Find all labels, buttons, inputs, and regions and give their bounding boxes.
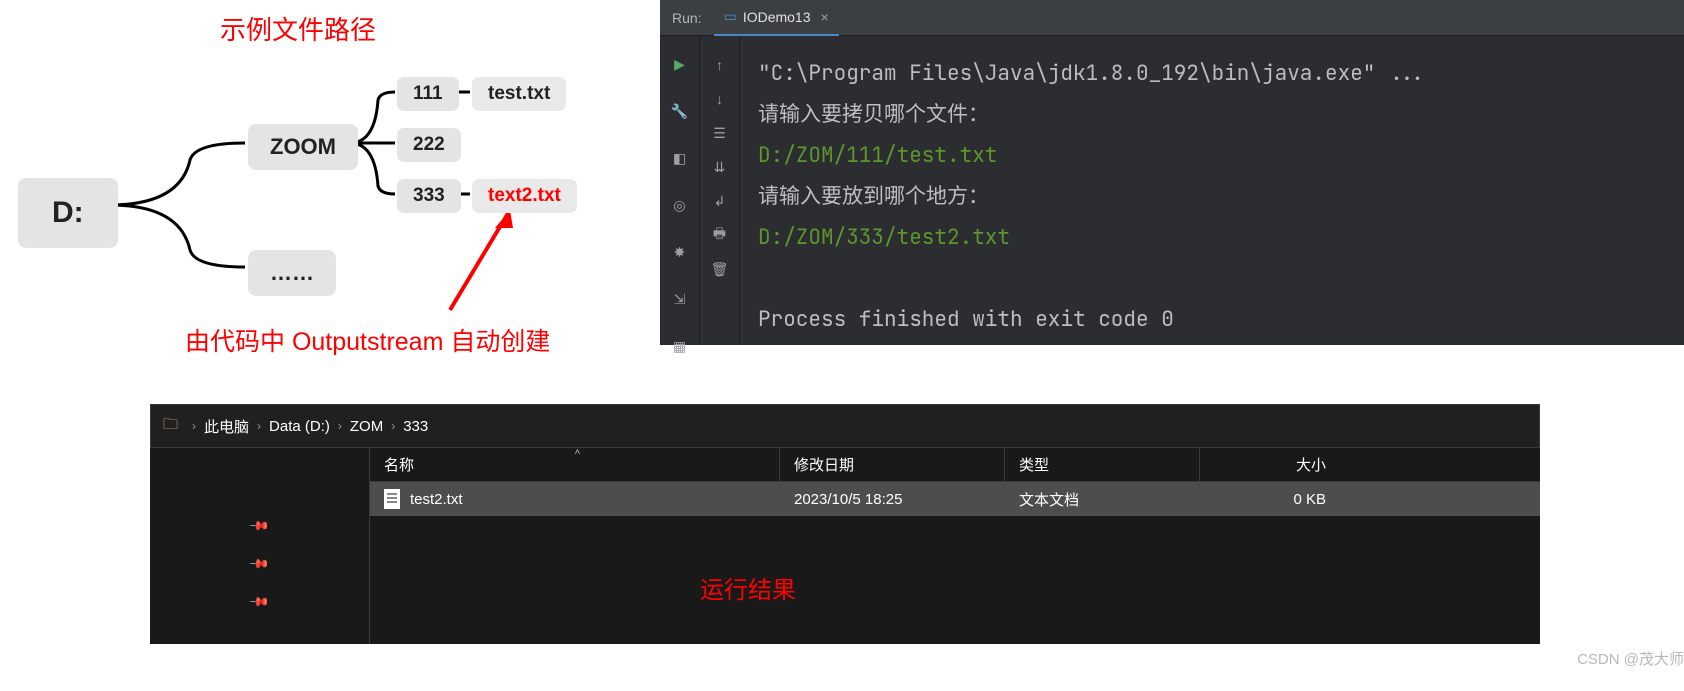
file-name: test2.txt: [410, 491, 463, 508]
pin-icon[interactable]: 📌: [248, 591, 271, 614]
quick-access-pane: 📌 📌 📌: [150, 448, 370, 644]
tab-title: IODemo13: [743, 9, 811, 25]
console-output[interactable]: "C:\Program Files\Java\jdk1.8.0_192\bin\…: [740, 36, 1684, 345]
crumb-folder2[interactable]: 333: [403, 418, 428, 435]
print-icon[interactable]: 🖶: [711, 226, 729, 244]
ide-header: Run: ▭ IODemo13 ×: [660, 0, 1684, 36]
filter-icon[interactable]: ☰: [711, 124, 729, 142]
file-date: 2023/10/5 18:25: [780, 482, 1005, 516]
file-type: 文本文档: [1005, 482, 1200, 516]
file-row[interactable]: test2.txt 2023/10/5 18:25 文本文档 0 KB: [370, 482, 1540, 516]
node-333: 333: [397, 179, 461, 213]
ide-left-toolbar-2: ↑ ↓ ☰ ⇊ ↲ 🖶 🗑: [700, 36, 740, 345]
layout-icon[interactable]: ▦: [671, 338, 689, 355]
crumb-drive[interactable]: Data (D:): [269, 418, 330, 435]
col-type[interactable]: 类型: [1005, 448, 1200, 481]
rerun-icon[interactable]: ▶: [671, 56, 689, 73]
address-bar[interactable]: 🗀 › 此电脑 › Data (D:) › ZOM › 333: [150, 404, 1540, 448]
folder-icon: 🗀: [163, 414, 178, 439]
run-label: Run:: [660, 10, 714, 26]
application-icon: ▭: [724, 8, 737, 25]
node-dots: ……: [248, 250, 336, 296]
up-icon[interactable]: ↑: [711, 56, 729, 74]
chevron-right-icon: ›: [257, 419, 261, 433]
diagram-caption: 由代码中 Outputstream 自动创建: [185, 322, 550, 358]
text-file-icon: [384, 489, 400, 509]
console-cmd: "C:\Program Files\Java\jdk1.8.0_192\bin\…: [758, 54, 1666, 95]
exit-icon[interactable]: ⇲: [671, 291, 689, 308]
camera-icon[interactable]: ◎: [671, 197, 689, 214]
col-date[interactable]: 修改日期: [780, 448, 1005, 481]
file-list-pane: ˄ 名称 修改日期 类型 大小 test2.txt 2023/10/5 18:2…: [370, 448, 1540, 644]
run-tab[interactable]: ▭ IODemo13 ×: [714, 0, 839, 36]
stop-icon[interactable]: ◧: [671, 150, 689, 167]
console-input-2: D:/ZOM/333/test2.txt: [758, 218, 1666, 259]
col-size[interactable]: 大小: [1200, 448, 1340, 481]
col-name[interactable]: ˄ 名称: [370, 448, 780, 481]
trash-icon[interactable]: 🗑: [711, 260, 729, 278]
result-label: 运行结果: [700, 570, 796, 605]
wrap-icon[interactable]: ↲: [711, 192, 729, 210]
node-111: 111: [397, 77, 459, 111]
node-file2: text2.txt: [472, 179, 577, 213]
pin-icon[interactable]: 📌: [248, 553, 271, 576]
chevron-right-icon: ›: [391, 419, 395, 433]
column-headers: ˄ 名称 修改日期 类型 大小: [370, 448, 1540, 482]
scroll-icon[interactable]: ⇊: [711, 158, 729, 176]
crumb-pc[interactable]: 此电脑: [204, 416, 249, 437]
mindmap-diagram: 示例文件路径 D: ZOOM …… 111 222 333 test.txt t…: [0, 0, 660, 360]
chevron-right-icon: ›: [338, 419, 342, 433]
node-222: 222: [397, 128, 461, 162]
watermark: CSDN @茂大师: [1577, 648, 1684, 669]
crumb-folder1[interactable]: ZOM: [350, 418, 383, 435]
ide-run-panel: Run: ▭ IODemo13 × ▶ 🔧 ◧ ◎ ✸ ⇲ ▦ ↑ ↓ ☰ ⇊ …: [660, 0, 1684, 345]
diagram-title: 示例文件路径: [220, 10, 376, 47]
pin-icon[interactable]: 📌: [248, 515, 271, 538]
console-finish: Process finished with exit code 0: [758, 300, 1666, 341]
bug-icon[interactable]: ✸: [671, 244, 689, 261]
console-input-1: D:/ZOM/111/test.txt: [758, 136, 1666, 177]
col-name-label: 名称: [384, 454, 414, 475]
down-icon[interactable]: ↓: [711, 90, 729, 108]
console-prompt-2: 请输入要放到哪个地方：: [758, 177, 1666, 218]
wrench-icon[interactable]: 🔧: [671, 103, 689, 120]
console-prompt-1: 请输入要拷贝哪个文件：: [758, 95, 1666, 136]
file-explorer: 🗀 › 此电脑 › Data (D:) › ZOM › 333 📌 📌 📌 ˄ …: [150, 404, 1540, 644]
sort-caret-icon: ˄: [575, 447, 581, 458]
node-file1: test.txt: [472, 77, 566, 111]
node-zoom: ZOOM: [248, 124, 358, 170]
ide-left-toolbar: ▶ 🔧 ◧ ◎ ✸ ⇲ ▦: [660, 36, 700, 345]
chevron-right-icon: ›: [192, 419, 196, 433]
file-size: 0 KB: [1200, 482, 1340, 516]
close-icon[interactable]: ×: [821, 9, 829, 25]
node-root: D:: [18, 178, 118, 248]
